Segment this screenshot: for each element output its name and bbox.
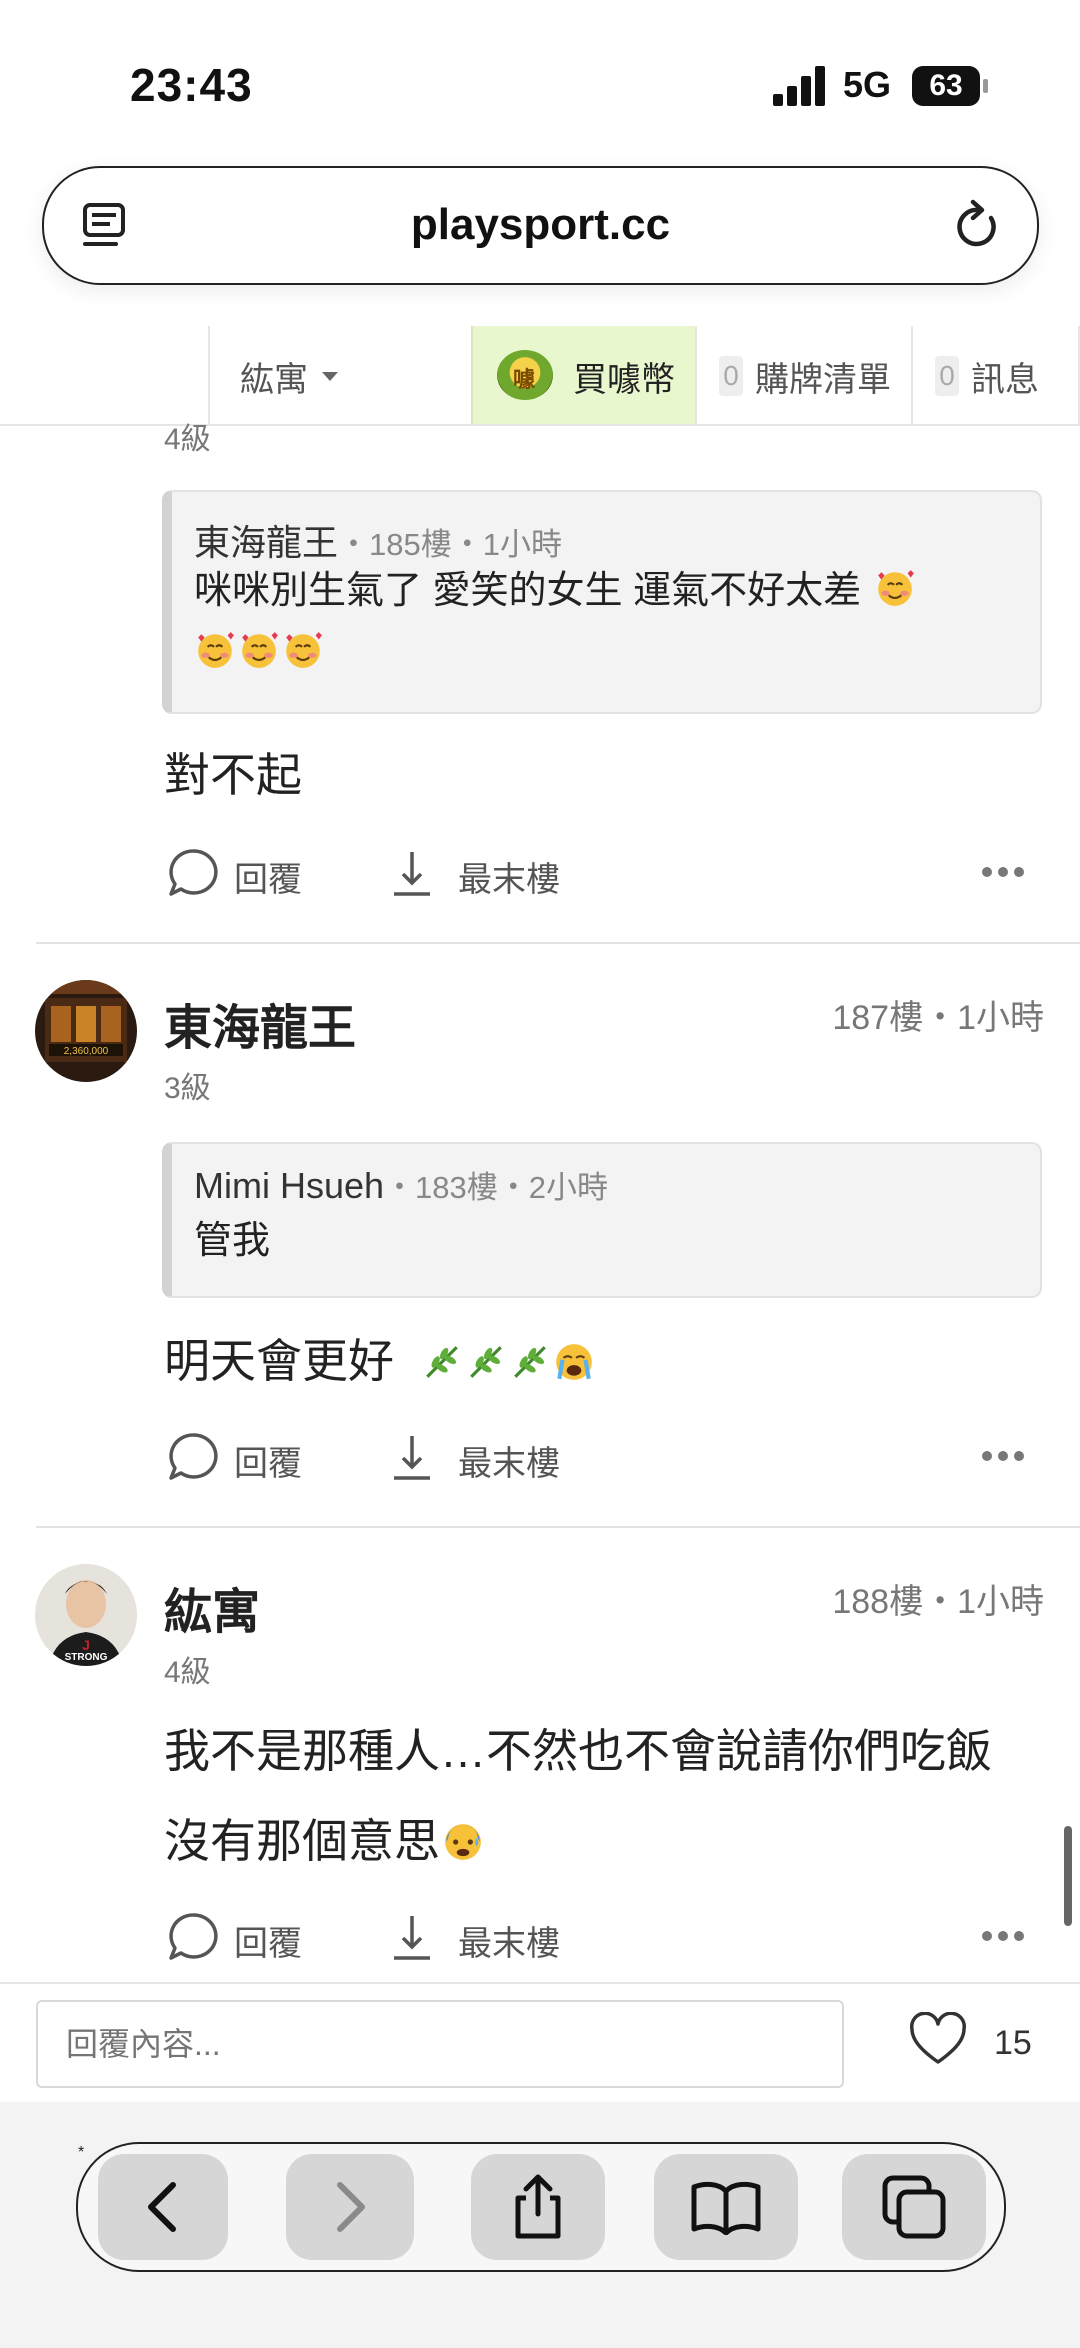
last-floor-button[interactable]: 最末樓 — [390, 1426, 570, 1486]
address-bar[interactable]: playsport.cc — [42, 166, 1039, 285]
open-book-icon — [691, 2181, 761, 2235]
signal-icon — [773, 66, 827, 106]
more-options-icon[interactable] — [982, 1451, 1026, 1463]
caret-down-icon — [322, 372, 338, 381]
shopping-list-tab[interactable]: 0 購牌清單 — [695, 326, 913, 424]
browser-toolbar: * — [76, 2142, 1006, 2272]
forward-button[interactable] — [286, 2154, 414, 2260]
herb-emoji-icon — [425, 1346, 458, 1378]
quote-text: 咪咪別生氣了 愛笑的女生 運氣不好太差 — [194, 570, 862, 612]
quote-meta: ・183樓・2小時 — [384, 1170, 609, 1205]
comment-level: 4級 — [164, 1656, 211, 1689]
avatar-caption: STRONG — [65, 1652, 108, 1663]
message-count-badge: 0 — [935, 356, 959, 396]
quote-author[interactable]: Mimi Hsueh — [194, 1165, 384, 1206]
share-button[interactable] — [471, 2154, 605, 2260]
like-count: 15 — [994, 2024, 1032, 2062]
comment-divider — [36, 942, 1080, 944]
svg-text:J: J — [82, 1637, 90, 1653]
floor-info: 188樓・1小時 — [832, 1583, 1044, 1621]
arrow-down-to-line-icon — [394, 1916, 430, 1960]
bookmarks-button[interactable] — [654, 2154, 798, 2260]
chevron-left-icon — [148, 2182, 176, 2232]
reply-button[interactable]: 回覆 — [166, 842, 316, 902]
smiling-hearts-emoji-icon — [286, 632, 322, 668]
comment-level: 4級 — [164, 423, 211, 456]
comment-level: 3級 — [164, 1072, 211, 1105]
reply-input[interactable] — [36, 2000, 844, 2088]
buy-coin-label: 買噱幣 — [573, 361, 675, 399]
last-floor-label: 最末樓 — [458, 1925, 560, 1963]
smiling-hearts-emoji-icon — [198, 632, 234, 668]
shopping-count-badge: 0 — [719, 356, 743, 396]
comment-divider — [36, 1526, 1080, 1528]
more-options-icon[interactable] — [982, 867, 1026, 879]
tabs-button[interactable] — [842, 2154, 986, 2260]
svg-text:2,360,000: 2,360,000 — [64, 1046, 109, 1057]
reply-label: 回覆 — [234, 1445, 302, 1483]
comment-text: 我不是那種人…不然也不會說請你們吃飯 — [164, 1725, 992, 1777]
reply-button[interactable]: 回覆 — [166, 1426, 316, 1486]
herb-emoji-icon — [513, 1346, 546, 1378]
more-options-icon[interactable] — [982, 1931, 1026, 1943]
buy-coin-button[interactable]: 噱 買噱幣 — [471, 326, 695, 424]
status-bar: 23:43 5G 63 — [0, 0, 1080, 150]
coin-icon: 噱 — [497, 350, 553, 400]
heart-icon[interactable] — [908, 2012, 968, 2068]
quoted-comment: Mimi Hsueh・183樓・2小時 管我 — [162, 1142, 1042, 1298]
last-floor-button[interactable]: 最末樓 — [390, 1906, 570, 1966]
avatar[interactable]: 2,360,000 — [35, 980, 137, 1082]
comment-text: 沒有那個意思 — [164, 1815, 440, 1867]
scrollbar-thumb[interactable] — [1064, 1826, 1072, 1926]
status-time: 23:43 — [130, 59, 253, 111]
reply-label: 回覆 — [234, 1925, 302, 1963]
quote-meta: ・185樓・1小時 — [338, 527, 562, 562]
speech-bubble-icon — [169, 1433, 218, 1480]
chevron-right-icon — [337, 2182, 365, 2232]
messages-tab[interactable]: 0 訊息 — [911, 326, 1079, 424]
url-text[interactable]: playsport.cc — [44, 200, 1037, 250]
share-icon — [515, 2174, 561, 2239]
comment-author[interactable]: 紘寓 — [164, 1572, 260, 1642]
smiling-hearts-emoji-icon — [242, 632, 278, 668]
smiling-hearts-emoji-icon — [877, 570, 914, 606]
quote-text: 管我 — [194, 1220, 271, 1262]
herb-emoji-icon — [469, 1346, 502, 1378]
arrow-down-to-line-icon — [394, 1436, 430, 1480]
messages-label: 訊息 — [971, 361, 1039, 399]
comment-text: 明天會更好 — [164, 1335, 394, 1387]
shopping-list-label: 購牌清單 — [755, 361, 891, 399]
portrait-avatar-image: STRONG J — [35, 1564, 137, 1666]
reply-label: 回覆 — [234, 861, 302, 899]
browser-toolbar-area: * — [0, 2102, 1080, 2348]
quoted-comment: 東海龍王・185樓・1小時 咪咪別生氣了 愛笑的女生 運氣不好太差 — [162, 490, 1042, 714]
user-menu-label: 紘寓 — [240, 361, 308, 399]
speech-bubble-icon — [169, 1913, 218, 1960]
comment-author[interactable]: 東海龍王 — [164, 988, 356, 1058]
reload-icon[interactable] — [951, 198, 1001, 252]
reply-bar: 15 — [0, 1982, 1080, 2104]
slot-machine-avatar-image: 2,360,000 — [35, 980, 137, 1082]
user-menu[interactable]: 紘寓 — [208, 326, 472, 424]
comment-text: 對不起 — [164, 749, 302, 801]
reply-button[interactable]: 回覆 — [166, 1906, 316, 1966]
site-nav: 紘寓 噱 買噱幣 0 購牌清單 0 訊息 — [0, 326, 1080, 426]
floor-info: 187樓・1小時 — [832, 999, 1044, 1037]
tabs-icon — [882, 2175, 946, 2239]
last-floor-label: 最末樓 — [458, 861, 560, 899]
last-floor-button[interactable]: 最末樓 — [390, 842, 570, 902]
quote-author[interactable]: 東海龍王 — [194, 522, 338, 563]
back-button[interactable] — [98, 2154, 228, 2260]
last-floor-label: 最末樓 — [458, 1445, 560, 1483]
arrow-down-to-line-icon — [394, 852, 430, 896]
crying-face-emoji-icon — [555, 1344, 592, 1380]
avatar[interactable]: STRONG J — [35, 1564, 137, 1666]
fearful-sweat-emoji-icon — [445, 1824, 481, 1860]
battery-icon: 63 — [912, 66, 988, 106]
network-type: 5G — [843, 64, 892, 105]
speech-bubble-icon — [169, 849, 218, 896]
